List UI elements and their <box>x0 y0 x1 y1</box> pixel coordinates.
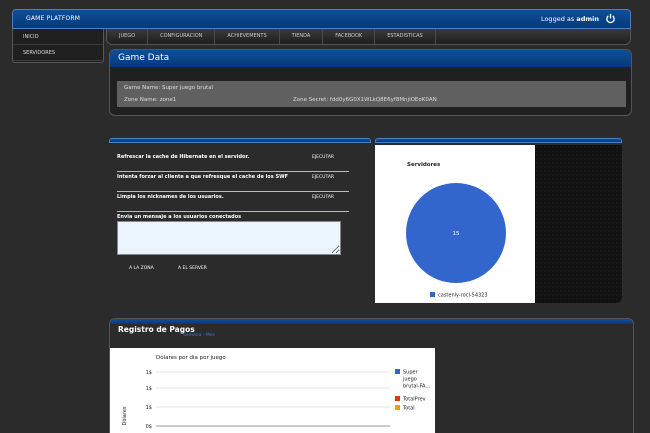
pie-legend-swatch <box>430 292 435 297</box>
action-row: Limpia los nicknames de los usuarios. EJ… <box>117 192 349 212</box>
zone-name: Zone Name: zone1 <box>124 97 177 103</box>
execute-button[interactable]: EJECUTAR <box>312 195 334 200</box>
legend-label: Super juego brutal-FA... <box>402 370 431 390</box>
game-data-panel: Game Data Game Name: Super juego brutal … <box>109 49 632 116</box>
action-row: Intenta forzar al cliente a que refresqu… <box>117 172 349 192</box>
power-icon[interactable] <box>605 13 616 24</box>
servers-pie-chart: Servidores 15 castenly-rocl-54323 <box>406 162 506 299</box>
servers-side-pattern <box>535 145 622 303</box>
game-info-box: Game Name: Super juego brutal Zone Name:… <box>117 81 626 107</box>
legend-label: Total <box>402 406 415 412</box>
logged-in-status: Logged as admin <box>541 15 599 23</box>
y-tick-label: 1$ <box>146 405 152 411</box>
send-zone-button[interactable]: A LA ZONA <box>129 266 154 271</box>
tab-configuracion[interactable]: CONFIGURACION <box>148 29 216 44</box>
payments-panel-bar <box>110 319 633 324</box>
action-label: Refrescar la cache de Hibernate en el se… <box>117 154 250 160</box>
legend-swatch <box>395 396 400 401</box>
pie-slice-label: 15 <box>453 231 460 237</box>
sidebar-item-servidores[interactable]: SERVIDORES <box>13 45 103 61</box>
actions-panel: Refrescar la cache de Hibernate en el se… <box>109 138 371 286</box>
legend-swatch <box>395 369 400 374</box>
username: admin <box>576 15 599 23</box>
tab-juego[interactable]: JUEGO <box>107 29 149 44</box>
zone-secret: Zone Secret: fdd0y6G0X1WLkQ8E6yf8MnjlOEo… <box>293 97 437 103</box>
action-row: Refrescar la cache de Hibernate en el se… <box>117 152 349 172</box>
y-tick-label: 1$ <box>146 386 152 392</box>
execute-button[interactable]: EJECUTAR <box>312 175 334 180</box>
top-bar: GAME PLATFORM Logged as admin <box>12 9 631 29</box>
servers-panel: Servidores 15 castenly-rocl-54323 <box>375 138 622 303</box>
execute-button[interactable]: EJECUTAR <box>312 155 334 160</box>
servers-chart-box: Servidores 15 castenly-rocl-54323 <box>375 145 535 303</box>
y-tick-label: 1$ <box>146 370 152 376</box>
logged-prefix: Logged as <box>540 15 575 23</box>
sidebar: INICIO SERVIDORES <box>12 29 104 63</box>
action-label: Limpia los nicknames de los usuarios. <box>117 194 224 200</box>
message-label: Envia un mensaje a los usuarios conectad… <box>117 214 242 220</box>
tab-estadisticas[interactable]: ESTADISTICAS <box>375 29 436 44</box>
sidebar-item-inicio[interactable]: INICIO <box>13 29 103 45</box>
payments-panel: Registro de Pagos Semana - Mes Dólares p… <box>109 318 634 433</box>
line-chart-title: Dólares por dia por juego <box>156 354 226 361</box>
tab-achievements[interactable]: ACHIEVEMENTS <box>215 29 280 44</box>
actions-panel-bar <box>109 138 371 143</box>
period-links[interactable]: Semana - Mes <box>183 333 215 338</box>
send-server-button[interactable]: A EL SERVER <box>178 266 207 271</box>
tab-tienda[interactable]: TIENDA <box>280 29 324 44</box>
payments-chart-box: Dólares por dia por juego Dólares 1$ 1$ 1$… <box>110 348 435 433</box>
legend-swatch <box>395 405 400 410</box>
action-label: Intenta forzar al cliente a que refresqu… <box>117 174 288 180</box>
brand-title: GAME PLATFORM <box>26 15 81 22</box>
payments-line-chart: Dólares por dia por juego Dólares 1$ 1$ 1$… <box>121 354 431 430</box>
game-name: Game Name: Super juego brutal <box>124 85 214 91</box>
tab-facebook[interactable]: FACEBOOK <box>323 29 376 44</box>
servers-panel-bar <box>375 138 622 143</box>
message-input[interactable] <box>117 221 341 255</box>
y-axis-label: Dólares <box>121 406 128 425</box>
pie-chart-title: Servidores <box>407 162 441 168</box>
legend-label: TotalPrev <box>402 397 426 403</box>
main-tabs: JUEGO CONFIGURACION ACHIEVEMENTS TIENDA … <box>106 29 631 45</box>
y-tick-label: 0$ <box>146 424 152 430</box>
game-data-title: Game Data <box>110 50 631 67</box>
pie-legend-label: castenly-rocl-54323 <box>438 293 488 299</box>
